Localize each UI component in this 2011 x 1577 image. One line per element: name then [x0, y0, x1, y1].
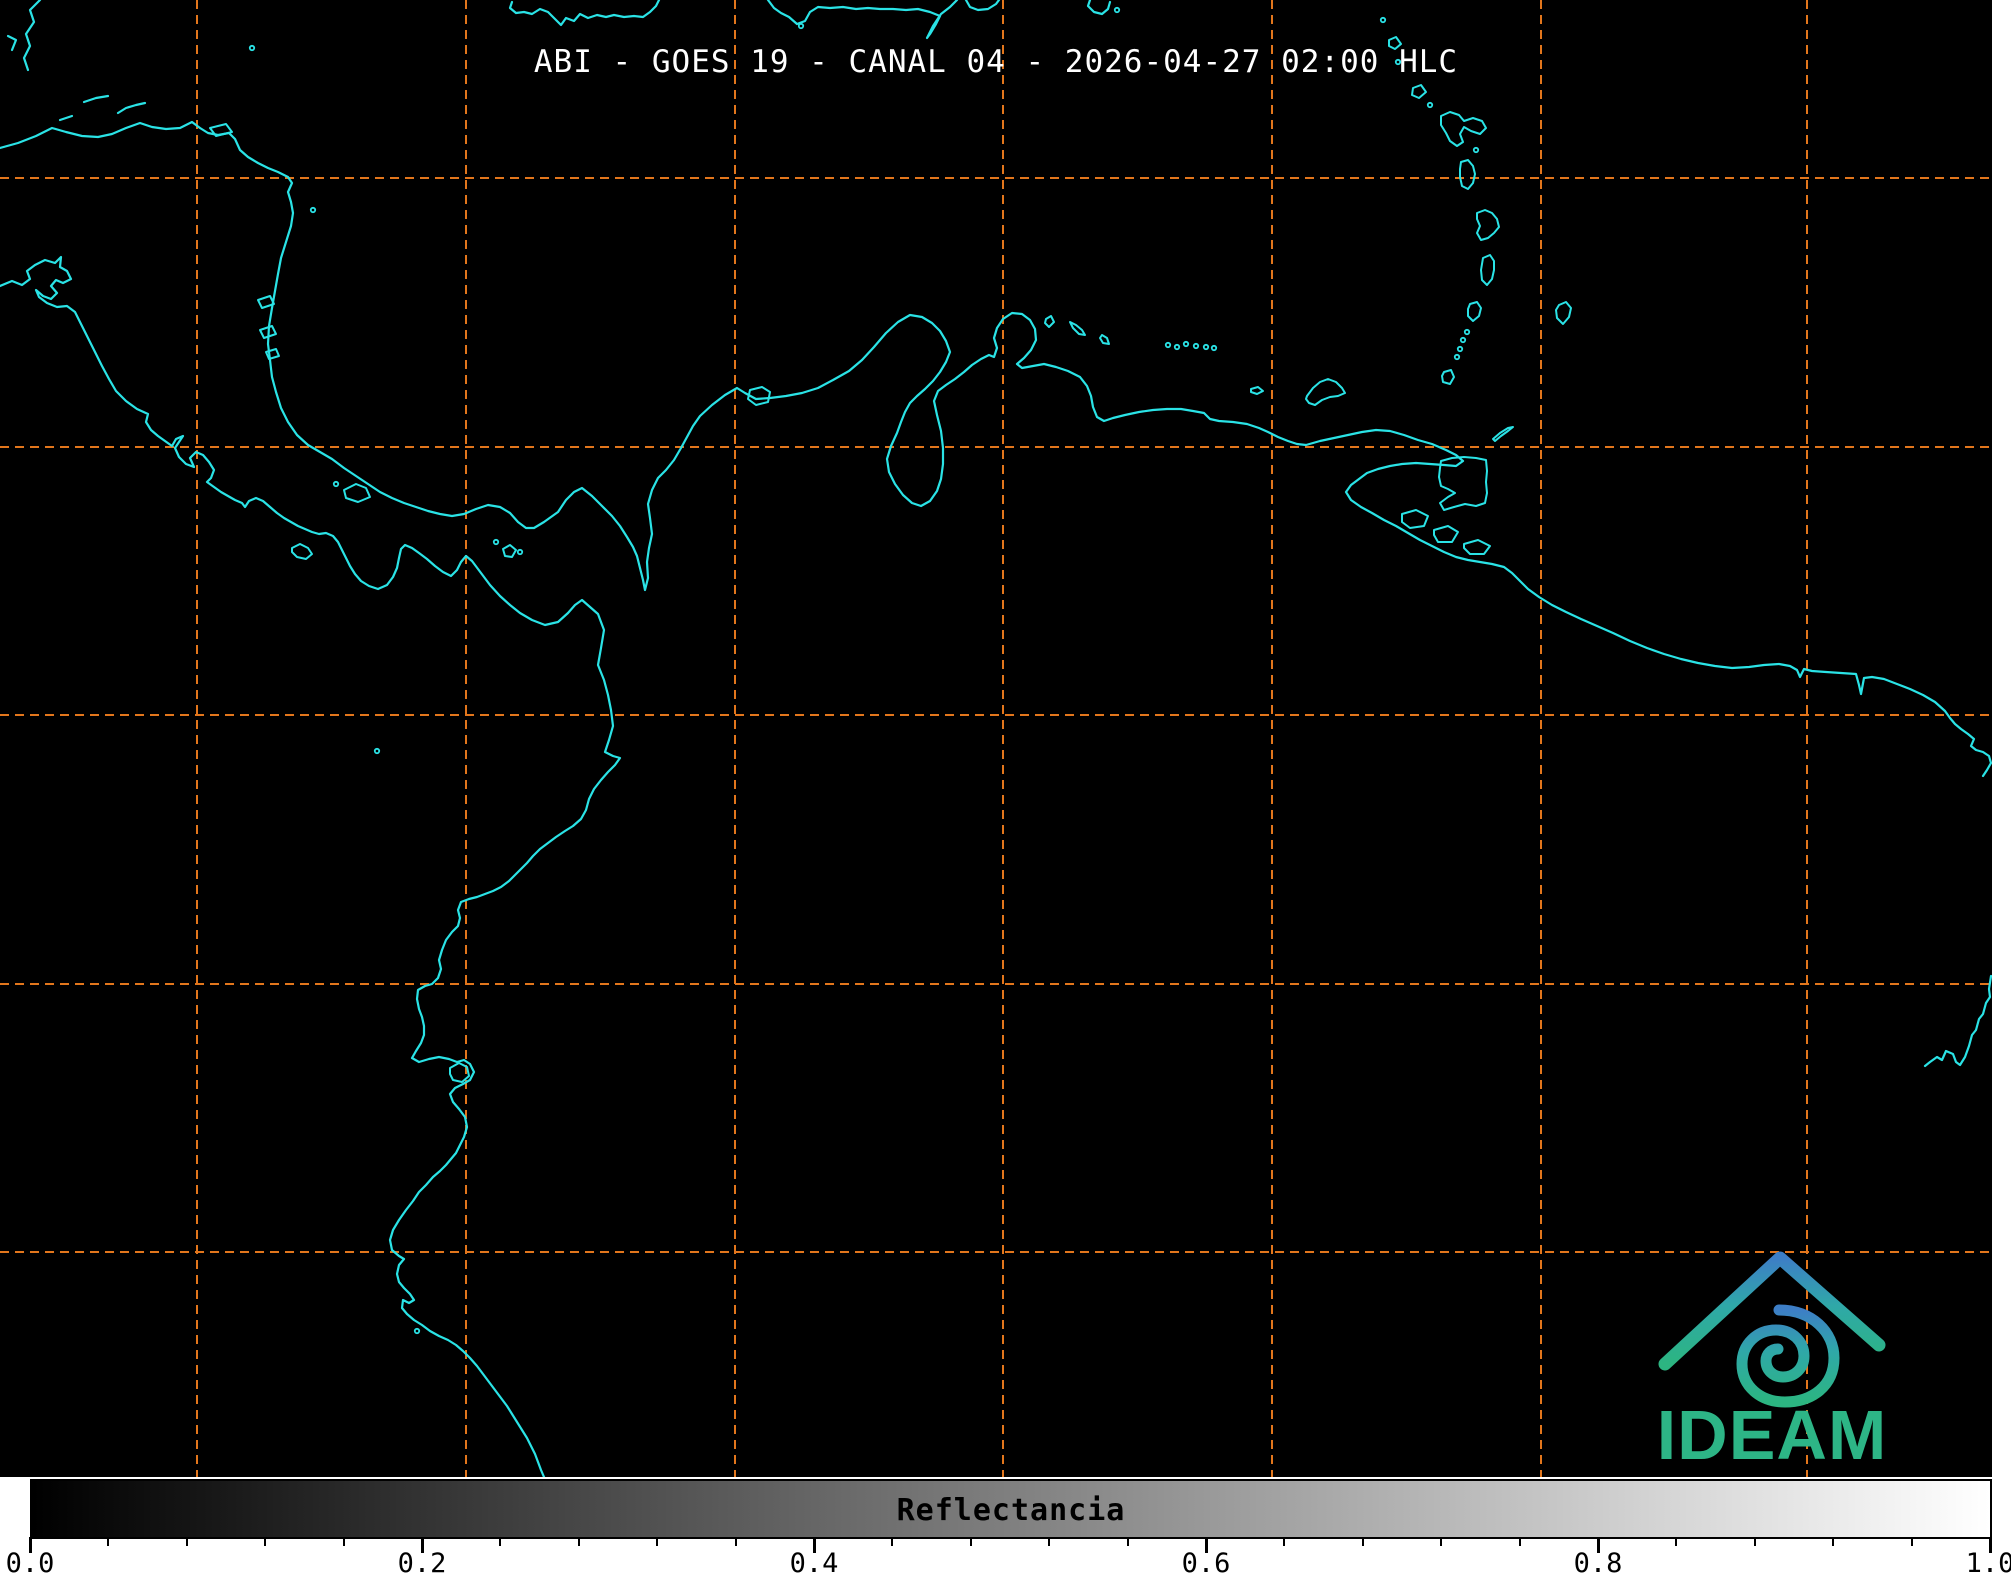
- ideam-logo-text: IDEAM: [1657, 1396, 1888, 1472]
- islet-dot: [1426, 101, 1434, 109]
- islet-dot: [309, 206, 317, 214]
- colorbar-tick-label: 0.4: [789, 1548, 839, 1577]
- island-orinoco-delta-2: [1433, 525, 1459, 543]
- coastline-hispaniola-east-fragment: [964, 0, 1001, 12]
- island-bonaire: [1099, 334, 1110, 345]
- colorbar-tick-label: 1.0: [1965, 1548, 2011, 1577]
- islet-dot: [1113, 6, 1121, 14]
- islet-dot: [1210, 344, 1218, 352]
- island-guadeloupe: [1440, 111, 1487, 147]
- colorbar-major-tick: [1988, 1537, 1992, 1553]
- islet-dot: [492, 538, 500, 546]
- island-martinique: [1476, 209, 1500, 241]
- island-antigua-blob-2: [1411, 84, 1427, 99]
- ideam-logo: IDEAM: [1652, 1246, 1892, 1474]
- colorbar-major-tick: [812, 1537, 816, 1553]
- colorbar-tick-label: 0.2: [397, 1548, 447, 1577]
- colorbar-major-tick: [1204, 1537, 1208, 1553]
- islet-dot: [332, 480, 340, 488]
- island-nicaragua-lagoon-3: [265, 348, 280, 360]
- island-orinoco-delta-3: [1463, 539, 1491, 555]
- island-coiba: [291, 543, 313, 560]
- coastline-hispaniola-south-coast: [766, 0, 959, 40]
- island-orinoco-delta-1: [1401, 509, 1429, 529]
- islet-dot: [413, 1327, 421, 1335]
- colorbar-tick-label: 0.6: [1181, 1548, 1231, 1577]
- islet-dot: [797, 22, 805, 30]
- colorbar-major-tick: [1596, 1537, 1600, 1553]
- island-grenada: [1441, 369, 1455, 385]
- island-curacao: [1069, 321, 1086, 336]
- map-title: ABI - GOES 19 - CANAL 04 - 2026-04-27 02…: [533, 44, 1459, 80]
- islet-dot: [1459, 336, 1467, 344]
- ideam-logo-graphic: IDEAM: [1657, 1251, 1888, 1474]
- satellite-image-viewer: ABI - GOES 19 - CANAL 04 - 2026-04-27 02…: [0, 0, 2011, 1577]
- islet-dot: [1453, 353, 1461, 361]
- coastline-central-america-caribbean-coast: [0, 120, 1992, 778]
- islet-dot: [373, 747, 381, 755]
- island-tobago: [1492, 426, 1514, 442]
- island-dominica: [1459, 159, 1476, 190]
- island-la-tortuga: [1250, 386, 1264, 395]
- coastline-roatan: [116, 101, 147, 115]
- coastline-puerto-rico-fragment: [1086, 0, 1112, 16]
- island-aruba: [1044, 315, 1055, 328]
- islet-dot: [1192, 342, 1200, 350]
- colorbar-major-tick: [28, 1537, 32, 1553]
- coastline-central-south-america-pacific-coast: [0, 255, 622, 1477]
- coastline-guanaja: [82, 94, 110, 104]
- islet-dot: [1472, 146, 1480, 154]
- coastline-jamaica-south-coast: [508, 0, 661, 27]
- colorbar-major-tick: [420, 1537, 424, 1553]
- colorbar-tick-label: 0.0: [5, 1548, 55, 1577]
- islet-dot: [1164, 341, 1172, 349]
- island-st-lucia: [1480, 254, 1495, 286]
- islet-dot: [1173, 343, 1181, 351]
- island-bocas-del-toro: [343, 483, 371, 503]
- islet-dot: [516, 548, 524, 556]
- island-barbados: [1555, 301, 1572, 325]
- coastline-brazil-north-coast: [1923, 974, 1992, 1068]
- island-st-vincent: [1467, 301, 1482, 322]
- islet-dot: [1456, 345, 1464, 353]
- colorbar-label: Reflectancia: [896, 1493, 1126, 1528]
- island-pearl-island: [502, 544, 517, 558]
- islet-dot: [1202, 343, 1210, 351]
- islet-dot: [1379, 16, 1387, 24]
- islet-dot: [1182, 340, 1190, 348]
- islet-dot: [1463, 328, 1471, 336]
- colorbar-tick-label: 0.8: [1573, 1548, 1623, 1577]
- coastline-utila: [58, 114, 74, 122]
- mountain-spiral-icon: [1658, 1251, 1886, 1408]
- reflectance-colorbar: Reflectancia: [30, 1479, 1992, 1539]
- island-margarita: [1305, 378, 1346, 406]
